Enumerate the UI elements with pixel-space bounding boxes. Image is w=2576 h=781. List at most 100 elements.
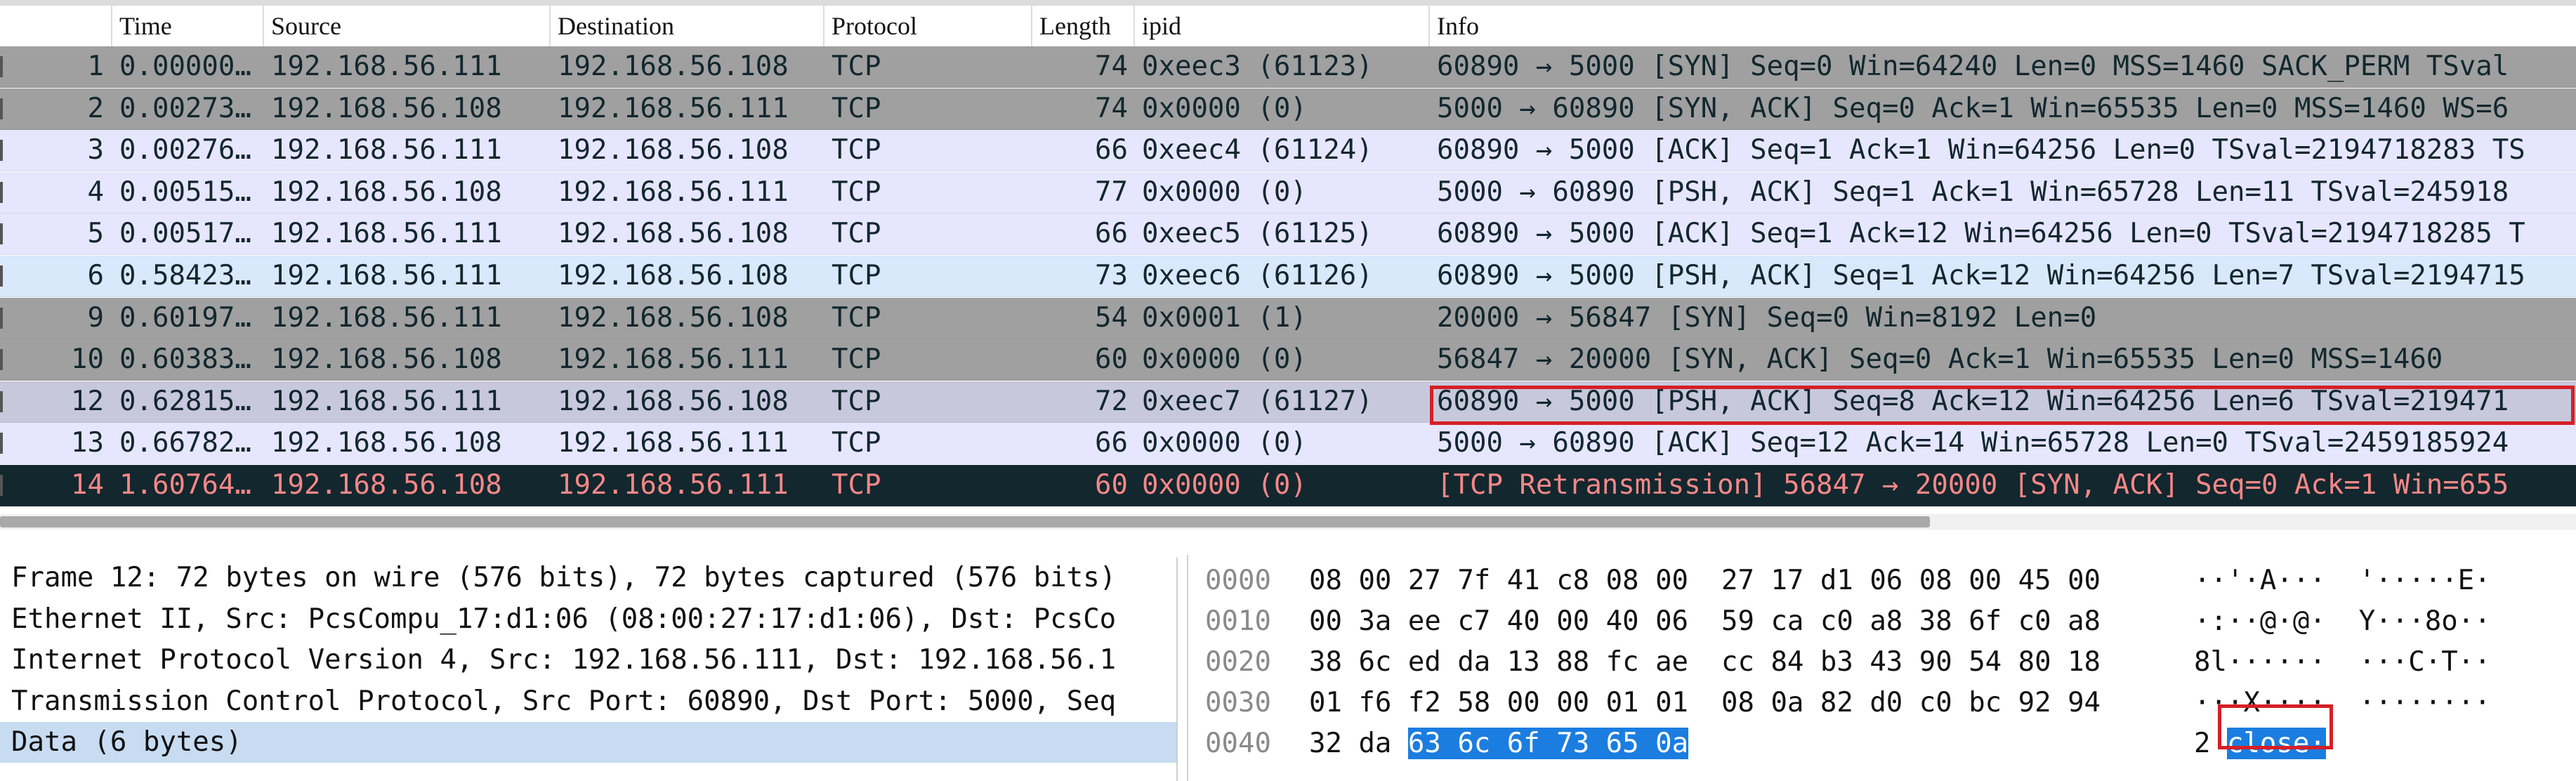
packet-cell-no: 2 [87,92,104,124]
packet-cell-destination: 192.168.56.111 [558,176,789,208]
packet-cell-protocol: TCP [832,218,881,250]
packet-cell-protocol: TCP [832,260,881,291]
packet-row[interactable]: 5 0.00517… 192.168.56.111 192.168.56.108 TCP… [0,214,2576,256]
packet-cell-length: 66 [1095,218,1128,250]
packet-cell-info: 60890 → 5000 [PSH, ACK] Seq=8 Ack=12 Win… [1437,385,2509,417]
packet-cell-length: 74 [1095,92,1128,124]
hex-line[interactable]: 0000 08 00 27 7f 41 c8 08 00 27 17 d1 06 … [1188,560,2576,601]
hex-line[interactable]: 0010 00 3a ee c7 40 00 40 06 59 ca c0 a8 … [1188,601,2576,642]
hex-bytes: 32 da 63 6c 6f 73 65 0a [1309,723,1689,764]
packet-row[interactable]: 4 0.00515… 192.168.56.108 192.168.56.111 TCP… [0,171,2576,214]
packet-row[interactable]: 1 0.00000… 192.168.56.111 192.168.56.108 TCP… [0,46,2576,88]
detail-tree-item[interactable]: Ethernet II, Src: PcsCompu_17:d1:06 (08:… [0,599,1176,640]
packet-cell-info: 5000 → 60890 [ACK] Seq=12 Ack=14 Win=657… [1437,427,2509,459]
column-header-source[interactable]: Source [264,6,551,46]
column-header-time[interactable]: Time [112,6,264,46]
packet-row[interactable]: 6 0.58423… 192.168.56.111 192.168.56.108 TCP… [0,256,2576,297]
hex-line[interactable]: 0030 01 f6 f2 58 00 00 01 01 08 0a 82 d0 … [1188,683,2576,723]
packet-cell-destination: 192.168.56.108 [558,218,789,250]
packet-cell-source: 192.168.56.108 [271,427,502,459]
packet-cell-no: 13 [71,427,104,459]
packet-cell-protocol: TCP [832,469,881,501]
packet-cell-no: 4 [87,176,104,208]
packet-cell-protocol: TCP [832,92,881,124]
packet-cell-no: 3 [87,134,104,166]
hex-bytes-text: 00 3a ee c7 40 00 40 06 59 ca c0 a8 38 6… [1309,605,2101,637]
packet-row[interactable]: 3 0.00276… 192.168.56.111 192.168.56.108 TCP… [0,130,2576,172]
packet-row[interactable]: 2 0.00273… 192.168.56.108 192.168.56.111 TCP… [0,88,2576,130]
packet-cell-length: 60 [1095,343,1128,376]
packet-cell-destination: 192.168.56.111 [558,92,789,124]
packet-cell-ipid: 0x0000 (0) [1142,176,1307,208]
detail-tree-item[interactable]: Data (6 bytes) [0,722,1176,763]
packet-row[interactable]: 13 0.66782… 192.168.56.108 192.168.56.111 TC… [0,423,2576,465]
packet-cell-length: 74 [1095,51,1128,82]
packet-cell-length: 72 [1095,385,1128,417]
column-header-destination[interactable]: Destination [551,6,824,46]
packet-cell-info: 5000 → 60890 [SYN, ACK] Seq=0 Ack=1 Win=… [1437,92,2509,124]
column-header-protocol[interactable]: Protocol [824,6,1032,46]
packet-cell-destination: 192.168.56.111 [558,343,789,376]
packet-cell-protocol: TCP [832,301,881,334]
packet-cell-ipid: 0x0000 (0) [1142,92,1307,124]
packet-cell-ipid: 0xeec6 (61126) [1142,260,1373,291]
hex-line[interactable]: 0040 32 da 63 6c 6f 73 65 0a 2 close· [1188,723,2576,764]
detail-tree-item[interactable]: Internet Protocol Version 4, Src: 192.16… [0,640,1176,681]
packet-cell-length: 66 [1095,134,1128,166]
packet-cell-no: 12 [71,385,104,417]
packet-cell-ipid: 0x0000 (0) [1142,343,1307,376]
packet-row[interactable]: 10 0.60383… 192.168.56.108 192.168.56.111 TC… [0,339,2576,381]
packet-cell-source: 192.168.56.108 [271,469,502,501]
hex-ascii-text: ·:··@·@· Y···8o·· [2194,605,2491,637]
scrollbar-thumb[interactable] [0,516,1930,527]
window-top-edge [0,0,2576,6]
packet-cell-no: 10 [71,343,104,376]
packet-cell-source: 192.168.56.111 [271,134,502,166]
hex-line[interactable]: 0020 38 6c ed da 13 88 fc ae cc 84 b3 43 … [1188,642,2576,683]
packet-cell-time: 0.00515… [119,176,251,208]
packet-details-pane: Frame 12: 72 bytes on wire (576 bits), 7… [0,558,1178,781]
packet-cell-destination: 192.168.56.111 [558,427,789,459]
packet-cell-ipid: 0x0001 (1) [1142,301,1307,334]
hex-ascii: ·:··@·@· Y···8o·· [2194,601,2491,642]
packet-cell-ipid: 0xeec3 (61123) [1142,51,1373,82]
packet-cell-destination: 192.168.56.108 [558,260,789,291]
packet-cell-length: 73 [1095,260,1128,291]
packet-cell-source: 192.168.56.111 [271,301,502,334]
hex-offset: 0010 [1205,605,1271,637]
packet-cell-ipid: 0xeec7 (61127) [1142,385,1373,417]
detail-tree-item[interactable]: Transmission Control Protocol, Src Port:… [0,681,1176,722]
packet-cell-destination: 192.168.56.111 [558,469,789,501]
packet-cell-ipid: 0x0000 (0) [1142,469,1307,501]
column-header-no[interactable] [0,6,112,46]
column-header-length[interactable]: Length [1032,6,1135,46]
packet-row[interactable]: 14 1.60764… 192.168.56.108 192.168.56.111 TC… [0,465,2576,506]
packet-cell-time: 0.60383… [119,343,251,376]
hex-ascii: 8l······ ···C·T·· [2194,642,2491,683]
packet-row[interactable]: 9 0.60197… 192.168.56.111 192.168.56.108 TCP… [0,297,2576,339]
hex-ascii: ··'·A··· '·····E· [2194,560,2491,601]
packet-row[interactable]: 12 0.62815… 192.168.56.111 192.168.56.108 TC… [0,381,2576,423]
column-header-info[interactable]: Info [1430,6,2576,46]
packet-cell-info: [TCP Retransmission] 56847 → 20000 [SYN,… [1437,469,2509,501]
hex-ascii-text: 8l······ ···C·T·· [2194,646,2491,678]
packet-cell-destination: 192.168.56.108 [558,51,789,82]
packet-cell-time: 0.00273… [119,92,251,124]
packet-cell-protocol: TCP [832,51,881,82]
hex-ascii-text: ··'·A··· '·····E· [2194,565,2491,596]
hex-bytes-text: 32 da [1309,728,1408,759]
packet-cell-time: 0.00517… [119,218,251,250]
horizontal-scrollbar[interactable] [0,514,2576,530]
detail-tree-item[interactable]: Frame 12: 72 bytes on wire (576 bits), 7… [0,558,1176,598]
packet-cell-time: 1.60764… [119,469,251,501]
pane-splitter[interactable] [0,530,2576,551]
column-header-ipid[interactable]: ipid [1135,6,1430,46]
hex-bytes-text: 01 f6 f2 58 00 00 01 01 08 0a 82 d0 c0 b… [1309,687,2101,718]
packet-cell-protocol: TCP [832,343,881,376]
packet-cell-no: 9 [87,301,104,334]
packet-cell-time: 0.00000… [119,51,251,82]
hex-bytes: 08 00 27 7f 41 c8 08 00 27 17 d1 06 08 0… [1309,560,2101,601]
packet-cell-time: 0.60197… [119,301,251,334]
packet-cell-length: 60 [1095,469,1128,501]
packet-cell-ipid: 0xeec4 (61124) [1142,134,1373,166]
